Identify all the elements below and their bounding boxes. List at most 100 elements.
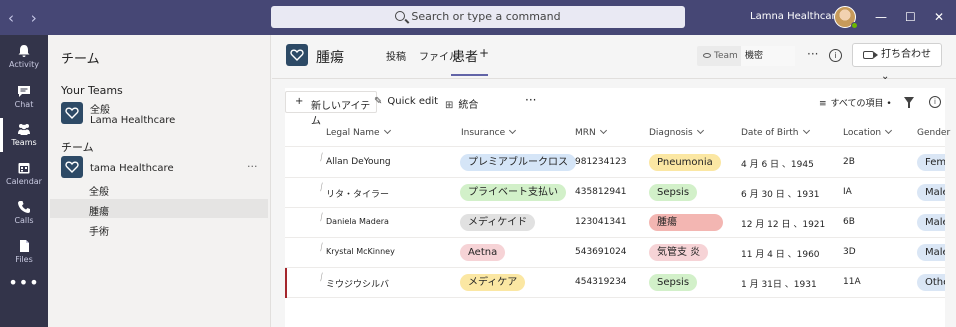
tab-posts[interactable]: 投稿 [386, 48, 406, 63]
more-options-icon[interactable]: ··· [807, 47, 818, 61]
column-label: Date of Birth [741, 128, 799, 138]
rail-calendar[interactable]: Calendar [0, 155, 48, 195]
rail-activity[interactable]: Activity [0, 38, 48, 78]
minimize-button[interactable]: — [875, 10, 887, 24]
details-info-icon[interactable]: i [929, 96, 941, 108]
cell-insurance: プレミアブルークロス [460, 154, 576, 171]
column-date-of-birth[interactable]: Date of Birth [741, 126, 810, 138]
cell-gender: Male [917, 214, 945, 231]
team-avatar[interactable] [61, 156, 83, 178]
teams-pane: チーム Your Teams 全般 Lama Healthcare チーム ta… [48, 35, 271, 327]
quick-edit-button[interactable]: ✎ Quick edit [374, 96, 438, 107]
team-subtitle: Lama Healthcare [90, 115, 176, 126]
close-button[interactable]: ✕ [934, 10, 944, 24]
column-label: Insurance [461, 128, 506, 138]
cell-location: 6B [843, 217, 855, 227]
view-lines-icon: ≡ [819, 99, 827, 109]
rail-teams[interactable]: Teams [0, 116, 48, 156]
channel-general[interactable]: 全般 [89, 183, 109, 198]
team-name[interactable]: 全般 [90, 101, 110, 116]
meet-label: 打ち合わせ ⌄ [881, 49, 931, 82]
rail-label: Calendar [6, 177, 42, 186]
calendar-icon [18, 163, 30, 174]
cell-diagnosis: Sepsis [649, 274, 698, 291]
app-rail: Activity Chat Teams Calendar Calls Files… [0, 35, 48, 327]
teams-icon [18, 124, 30, 135]
teams-heading: チーム [61, 141, 94, 154]
cell-diagnosis: Pneumonia [649, 154, 721, 171]
search-input[interactable]: Search or type a command [271, 6, 685, 28]
chevron-down-icon [696, 126, 704, 135]
back-icon[interactable]: ‹ [8, 9, 14, 27]
column-label: MRN [575, 128, 596, 138]
cell-date-of-birth: 4 月 6 日 、1945 [741, 160, 814, 170]
cell-gender: Male [917, 244, 945, 261]
chevron-down-icon [383, 126, 391, 135]
cell-mrn: 435812941 [575, 187, 627, 197]
info-icon[interactable]: i [829, 49, 842, 62]
command-bar: + 新しいアイテム ✎ Quick edit ⊞ 統合 ··· ≡ すべての項目 • … [285, 88, 945, 127]
chevron-down-icon [885, 126, 893, 135]
more-commands-icon[interactable]: ··· [525, 93, 536, 107]
cell-location: 3D [843, 247, 856, 257]
more-apps-icon[interactable]: ••• [0, 273, 48, 292]
column-legal-name[interactable]: Legal Name [326, 126, 391, 138]
add-tab-button[interactable]: + [479, 46, 489, 60]
forward-icon[interactable]: › [31, 9, 37, 27]
table-row[interactable]: ⟋ Krystal McKinney Aetna 543691024 気管支 炎… [285, 238, 945, 268]
tab-patients[interactable]: 患者 [452, 46, 478, 65]
channel-surgery[interactable]: 手術 [89, 223, 109, 238]
column-mrn[interactable]: MRN [575, 126, 607, 138]
active-tab-indicator [451, 74, 488, 76]
rail-chat[interactable]: Chat [0, 78, 48, 118]
cell-diagnosis: Sepsis [649, 184, 698, 201]
presence-badge [851, 22, 858, 29]
cell-gender: Fema [917, 154, 945, 171]
team-avatar[interactable] [61, 102, 83, 124]
new-item-button[interactable]: + 新しいアイテム [285, 91, 377, 127]
team-sensitivity-field[interactable]: Team 機密 [697, 46, 795, 66]
table-row[interactable]: ⟋ Allan DeYoung プレミアブルークロス 981234123 Pne… [285, 148, 945, 178]
bell-icon [18, 45, 30, 57]
title-bar: ‹ › Search or type a command Lamna Healt… [0, 0, 956, 35]
chevron-down-icon [509, 126, 517, 135]
column-label: Gender [917, 128, 951, 138]
file-icon [20, 240, 29, 252]
channel-oncology[interactable]: 腫瘍 [89, 203, 109, 218]
rail-calls[interactable]: Calls [0, 194, 48, 234]
channel-header: 腫瘍 投稿 ファイル 患者 + Team 機密 ··· i 打ち合わせ ⌄ [272, 35, 956, 82]
meet-button[interactable]: 打ち合わせ ⌄ [852, 43, 942, 82]
rail-label: Activity [9, 60, 39, 69]
chevron-down-icon [599, 126, 607, 135]
filter-icon[interactable] [904, 97, 914, 108]
grid-view-button[interactable]: ⊞ 統合 [445, 96, 478, 111]
table-row[interactable]: ⟋ リタ・タイラー プライベート支払い 435812941 Sepsis 6 月… [285, 178, 945, 208]
rail-label: Teams [11, 138, 37, 147]
team-name[interactable]: tama Healthcare [90, 163, 174, 174]
chat-icon [18, 86, 30, 97]
grid-icon: ⊞ [445, 100, 454, 111]
column-location[interactable]: Location [843, 126, 893, 138]
rail-files[interactable]: Files [0, 233, 48, 273]
team-label: Team [714, 51, 738, 61]
cell-legal-name: リタ・タイラー [326, 190, 390, 200]
table-row[interactable]: ⟋ Daniela Madera メディケイド 123041341 腫瘍 12 … [285, 208, 945, 238]
maximize-button[interactable]: ☐ [905, 10, 916, 24]
grid-view-label: 統合 [458, 100, 479, 111]
column-insurance[interactable]: Insurance [461, 126, 517, 138]
pencil-icon: ✎ [374, 96, 383, 107]
cell-mrn: 981234123 [575, 157, 627, 167]
search-icon [395, 11, 406, 21]
quick-edit-label: Quick edit [387, 96, 439, 107]
team-more-button[interactable]: ··· [247, 160, 258, 173]
rail-label: Files [15, 255, 33, 264]
table-row[interactable]: ⟋ ミウジウシルバ メディケア 454319234 Sepsis 1 月 31日… [285, 268, 945, 298]
cell-date-of-birth: 11 月 4 日 、1960 [741, 250, 820, 260]
cell-mrn: 454319234 [575, 277, 627, 287]
camera-icon [863, 51, 878, 59]
column-diagnosis[interactable]: Diagnosis [649, 126, 704, 138]
chevron-down-icon [802, 126, 810, 135]
column-gender[interactable]: Gender [917, 128, 950, 138]
cell-location: 11A [843, 277, 861, 287]
view-selector[interactable]: ≡ すべての項目 • [819, 96, 892, 109]
